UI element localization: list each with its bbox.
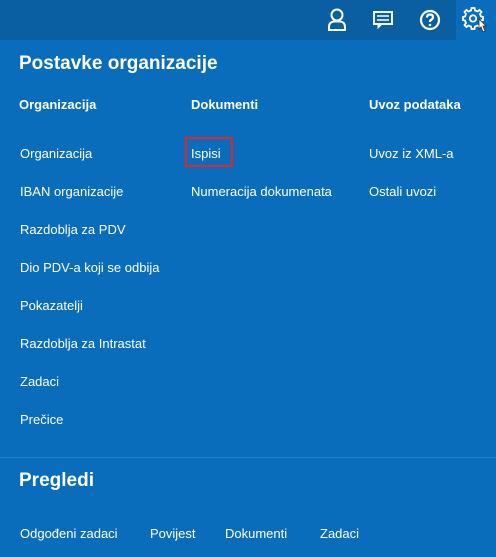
- section-divider: [0, 457, 496, 458]
- column-heading-dokumenti: Dokumenti: [191, 97, 259, 112]
- column-heading-organizacija: Organizacija: [19, 97, 97, 112]
- user-icon[interactable]: [318, 0, 356, 40]
- overviews-title: Pregledi: [19, 470, 94, 491]
- link-razdoblja-intrastat[interactable]: Razdoblja za Intrastat: [20, 336, 146, 351]
- link-dokumenti[interactable]: Dokumenti: [225, 526, 287, 541]
- help-icon[interactable]: [411, 0, 449, 40]
- link-iban-organizacije[interactable]: IBAN organizacije: [20, 184, 123, 199]
- link-organizacija[interactable]: Organizacija: [20, 146, 92, 161]
- top-toolbar: [0, 0, 496, 40]
- link-povijest[interactable]: Povijest: [150, 526, 196, 541]
- link-ispisi[interactable]: Ispisi: [191, 146, 221, 161]
- link-ostali-uvozi[interactable]: Ostali uvozi: [369, 184, 436, 199]
- link-numeracija-dokumenata[interactable]: Numeracija dokumenata: [191, 184, 332, 199]
- link-uvoz-xml[interactable]: Uvoz iz XML-a: [369, 146, 454, 161]
- link-pokazatelji[interactable]: Pokazatelji: [20, 298, 83, 313]
- link-precice[interactable]: Prečice: [20, 412, 63, 427]
- settings-title: Postavke organizacije: [19, 53, 218, 74]
- link-dio-pdv[interactable]: Dio PDV-a koji se odbija: [20, 260, 159, 275]
- messages-icon[interactable]: [364, 0, 402, 40]
- link-zadaci[interactable]: Zadaci: [20, 374, 59, 389]
- link-overview-zadaci[interactable]: Zadaci: [320, 526, 359, 541]
- settings-icon[interactable]: [456, 0, 496, 40]
- link-odgodeni-zadaci[interactable]: Odgođeni zadaci: [20, 526, 118, 541]
- column-heading-uvoz: Uvoz podataka: [369, 97, 461, 112]
- link-razdoblja-pdv[interactable]: Razdoblja za PDV: [20, 222, 126, 237]
